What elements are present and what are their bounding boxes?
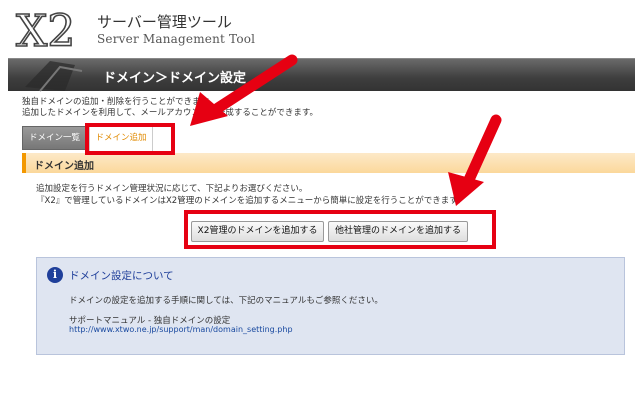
section-text-line-2: 『X2』で管理しているドメインはX2管理のドメインを追加するメニューから簡単に設… (36, 196, 466, 206)
domain-settings-notice: i ドメイン設定について ドメインの設定を追加する手順に関しては、下記のマニュア… (36, 257, 625, 355)
section-header: ドメイン追加 (22, 153, 635, 173)
section-text-line-1: 追加設定を行うドメイン管理状況に応じて、下記よりお選びください。 (36, 184, 308, 194)
decorative-graphic-icon (25, 61, 83, 92)
notice-title: ドメイン設定について (69, 270, 174, 282)
page-title-bar: ドメイン＞ドメイン設定 (8, 58, 635, 92)
svg-text:X2: X2 (16, 6, 75, 52)
arrow-to-tab-icon (190, 54, 298, 126)
notice-body: ドメインの設定を追加する手順に関しては、下記のマニュアルもご参照ください。 (69, 296, 383, 306)
highlight-box-buttons (184, 210, 496, 249)
arrow-to-buttons-icon (448, 114, 502, 206)
highlight-box-tab (85, 123, 175, 155)
manual-link[interactable]: http://www.xtwo.ne.jp/support/man/domain… (69, 325, 293, 334)
info-icon: i (47, 267, 63, 283)
tab-domain-list[interactable]: ドメイン一覧 (22, 126, 87, 150)
app-header: X2 サーバー管理ツール Server Management Tool (0, 0, 635, 58)
x2-logo: X2 (15, 6, 76, 52)
brand-title-en: Server Management Tool (97, 32, 256, 46)
section-title: ドメイン追加 (34, 161, 94, 172)
brand-title-jp: サーバー管理ツール (97, 13, 232, 31)
